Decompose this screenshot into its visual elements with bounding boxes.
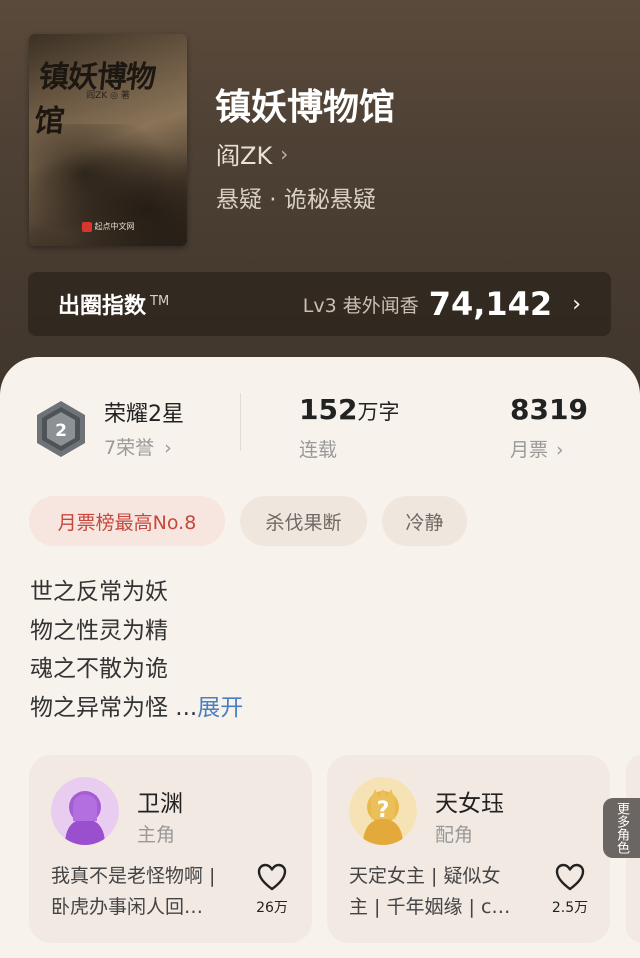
expand-link[interactable]: 展开 [197,695,243,721]
synopsis-line: 魂之不散为诡 [30,656,168,682]
index-level: Lv3 巷外闻香 [302,294,419,317]
honor-badge-icon[interactable]: 2 [30,398,92,460]
honor-count[interactable]: 7荣誉 › [104,433,172,460]
character-card[interactable]: ? 天女珏 配角 天定女主 | 疑似女 主 | 千年姻缘 | c… 2.5万 [327,755,610,943]
like-count: 26万 [256,900,288,916]
index-label: 出圈指数 TM [58,293,170,319]
heart-icon [257,863,287,891]
like-count: 2.5万 [551,900,589,916]
book-cover[interactable]: 镇妖博物馆 阎ZK ◎ 著 起点中文网 [29,34,187,246]
book-genre: 悬疑 · 诡秘悬疑 [216,187,376,213]
like-button[interactable]: 26万 [252,863,292,917]
book-title: 镇妖博物馆 [215,86,396,128]
character-role: 配角 [435,824,474,846]
synopsis-line: 物之性灵为精 [30,617,168,644]
cover-author: 阎ZK ◎ 著 [86,91,130,101]
stats-divider [240,393,241,451]
word-count: 152万字 [299,393,400,426]
author-name: 阎ZK [216,142,273,170]
character-name: 卫渊 [137,791,183,817]
character-card[interactable]: 卫渊 主角 我真不是老怪物啊 | 卧虎办事闲人回… 26万 [29,755,312,943]
publisher-logo-icon [81,221,92,232]
character-description: 天定女主 | 疑似女 主 | 千年姻缘 | c… [349,865,511,918]
tag-calm[interactable]: 冷静 [382,496,467,546]
heart-icon [555,863,585,891]
avatar [51,777,119,845]
svg-text:?: ? [377,798,390,823]
avatar: ? [349,777,417,845]
character-name: 天女珏 [435,791,504,817]
character-description: 我真不是老怪物啊 | 卧虎办事闲人回… [51,865,216,918]
chevron-right-icon: › [556,439,564,461]
serial-status: 连载 [299,439,338,461]
cover-publisher: 起点中文网 [29,221,187,232]
character-role: 主角 [137,824,176,846]
popularity-index-bar[interactable]: 出圈指数 TM Lv3 巷外闻香 74,142 › [28,272,611,336]
svg-text:2: 2 [55,421,67,441]
tag-rank[interactable]: 月票榜最高No.8 [29,496,225,546]
trademark-mark: TM [150,293,170,309]
synopsis-line: 物之异常为怪 ... [30,694,198,721]
index-score: 74,142 [428,285,553,323]
chevron-right-icon: › [164,437,172,459]
synopsis[interactable]: 世之反常为妖 物之性灵为精 魂之不散为诡 物之异常为怪 ...展开 [30,573,243,727]
chevron-right-icon: › [572,291,581,317]
like-button[interactable]: 2.5万 [550,863,590,917]
more-roles-button[interactable]: 更多角色 [603,798,640,858]
honor-title: 荣耀2星 [104,402,184,427]
monthly-votes-link[interactable]: 月票 › [510,435,564,462]
tag-decisive[interactable]: 杀伐果断 [240,496,367,546]
chevron-right-icon: › [280,141,289,166]
synopsis-line: 世之反常为妖 [30,579,168,605]
author-link[interactable]: 阎ZK › [216,136,288,171]
monthly-votes-count: 8319 [510,393,588,426]
